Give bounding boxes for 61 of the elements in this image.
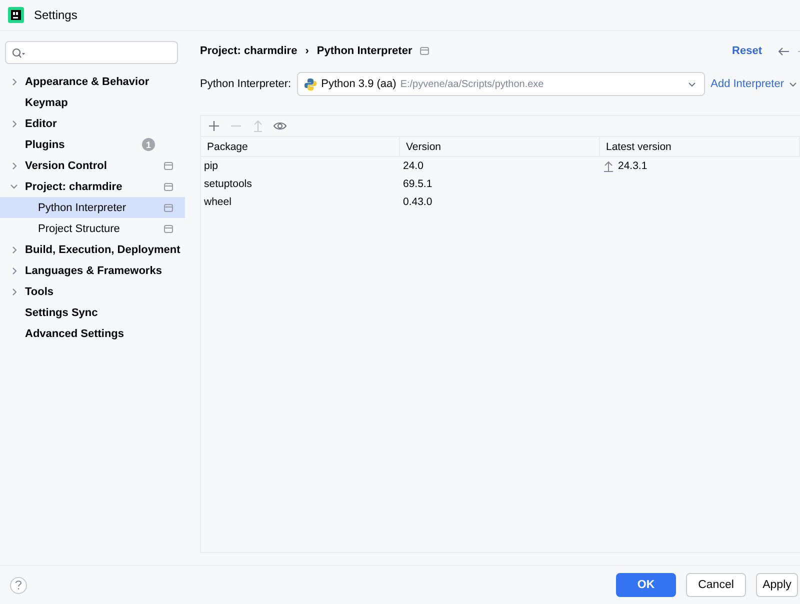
chevron-right-icon	[12, 120, 16, 128]
column-header[interactable]: Version	[400, 137, 600, 157]
breadcrumb-item: Project: charmdire	[200, 45, 298, 57]
table-cell: 24.3.1	[618, 160, 648, 172]
sidebar-item[interactable]: Tools	[0, 281, 185, 302]
sidebar-item[interactable]: Project: charmdire	[0, 176, 185, 197]
sidebar-item[interactable]: Version Control	[0, 155, 185, 176]
table-cell-text: 69.5.1	[402, 177, 434, 192]
project-scope-icon	[164, 182, 173, 190]
table-cell-text: pip	[203, 159, 220, 174]
table-cell-text: wheel	[203, 195, 232, 210]
chevron-down-icon	[789, 82, 797, 86]
chevron-down-icon	[10, 184, 18, 189]
project-scope-icon	[164, 162, 173, 170]
table-cell-text: 24.0	[402, 159, 424, 174]
breadcrumb-item: Python Interpreter	[316, 45, 412, 57]
back-arrow-icon[interactable]	[778, 46, 790, 56]
sidebar-item[interactable]: Appearance & Behavior	[0, 71, 185, 92]
breadcrumb-separator: ›	[305, 45, 309, 57]
search-field[interactable]	[5, 41, 178, 64]
python-logo-icon	[304, 78, 318, 90]
add-interpreter-link[interactable]: Add Interpreter	[710, 78, 797, 90]
eye-icon	[273, 121, 287, 131]
sidebar-item[interactable]: Python Interpreter	[0, 197, 185, 218]
sidebar-item[interactable]: Editor	[0, 113, 185, 134]
sidebar-item[interactable]: Project Structure	[0, 218, 185, 239]
project-scope-icon	[164, 224, 173, 232]
chevron-right-icon	[12, 246, 16, 254]
chevron-right-icon	[12, 266, 16, 274]
sidebar-item[interactable]: Plugins 1	[0, 134, 185, 155]
table-cell-text: setuptools	[203, 177, 253, 192]
project-scope-icon	[420, 47, 430, 55]
interpreter-label: Python Interpreter:	[200, 78, 292, 90]
chevron-right-icon	[12, 288, 16, 296]
add-icon	[208, 120, 220, 132]
table-row[interactable]: pip 24.0 24.3.1	[201, 157, 800, 175]
window-title: Settings	[34, 8, 78, 22]
sidebar-item[interactable]: Languages & Frameworks	[0, 260, 185, 281]
column-header[interactable]: Package	[201, 137, 400, 157]
table-row[interactable]: wheel 0.43.0	[201, 193, 800, 211]
count-badge: 1	[142, 138, 155, 151]
sidebar-item[interactable]: Build, Execution, Deployment	[0, 239, 185, 260]
interpreter-path: E:/pyvene/aa/Scripts/python.exe	[400, 78, 544, 90]
column-header[interactable]: Latest version	[600, 137, 800, 157]
project-scope-icon	[164, 204, 173, 212]
app-logo-icon	[8, 7, 24, 23]
sidebar-item[interactable]: Keymap	[0, 92, 185, 113]
chevron-right-icon	[12, 78, 16, 86]
search-icon	[12, 48, 26, 58]
table-cell-text: 0.43.0	[402, 195, 434, 210]
sidebar-item[interactable]: Settings Sync	[0, 302, 185, 323]
help-icon	[15, 580, 22, 590]
sidebar-item[interactable]: Advanced Settings	[0, 323, 185, 344]
chevron-right-icon	[12, 162, 16, 170]
table-row[interactable]: setuptools 69.5.1	[201, 175, 800, 193]
upgrade-icon	[253, 120, 263, 132]
interpreter-name: Python 3.9 (aa)	[321, 78, 396, 90]
interpreter-dropdown[interactable]: Python 3.9 (aa) E:/pyvene/aa/Scripts/python.exe	[297, 72, 705, 96]
help-button[interactable]	[10, 576, 27, 594]
upgrade-icon	[603, 160, 614, 172]
reset-link[interactable]: Reset	[732, 45, 762, 57]
